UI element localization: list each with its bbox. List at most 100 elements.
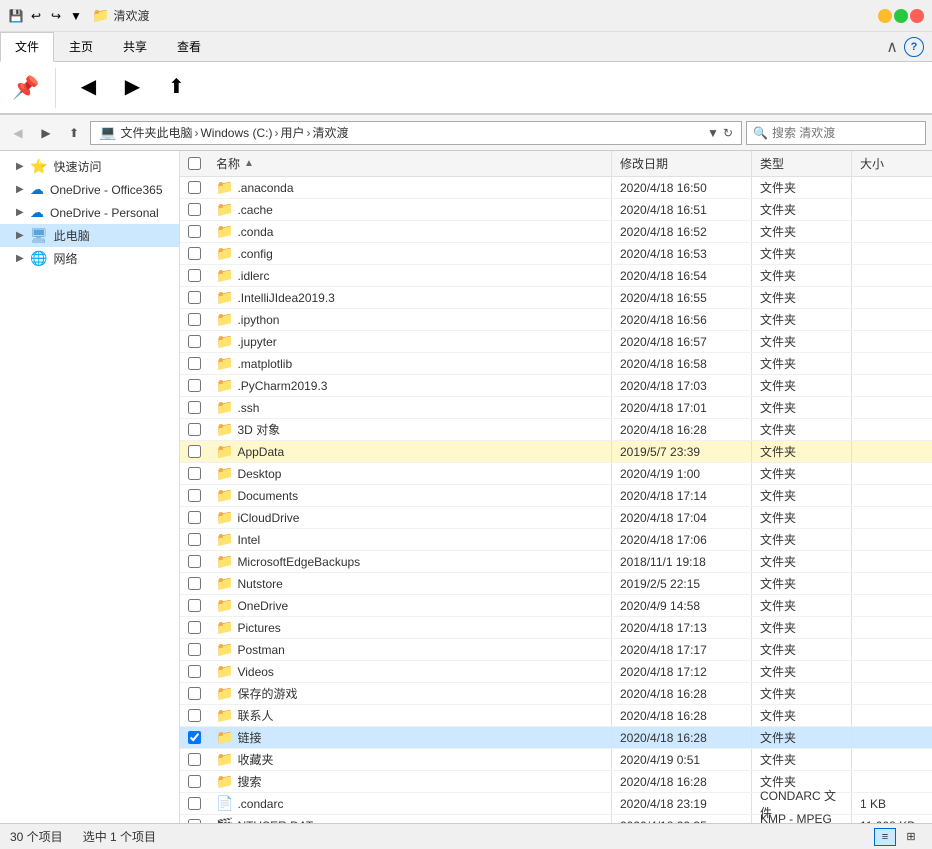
file-checkbox[interactable]	[188, 665, 201, 678]
table-row[interactable]: 📁 .config 2020/4/18 16:53 文件夹	[180, 243, 932, 265]
path-pc[interactable]: 文件夹	[120, 124, 156, 141]
file-checkbox[interactable]	[188, 797, 201, 810]
table-row[interactable]: 📁 AppData 2019/5/7 23:39 文件夹	[180, 441, 932, 463]
col-header-size[interactable]: 大小	[852, 151, 932, 176]
col-header-date[interactable]: 修改日期	[612, 151, 752, 176]
file-checkbox[interactable]	[188, 555, 201, 568]
nav-up-btn[interactable]: ⬆	[156, 69, 196, 106]
row-checkbox[interactable]	[180, 621, 208, 634]
table-row[interactable]: 📁 .idlerc 2020/4/18 16:54 文件夹	[180, 265, 932, 287]
col-header-name[interactable]: 名称 ▲	[208, 151, 612, 176]
row-checkbox[interactable]	[180, 313, 208, 326]
tab-view[interactable]: 查看	[162, 32, 216, 61]
row-checkbox[interactable]	[180, 643, 208, 656]
file-checkbox[interactable]	[188, 335, 201, 348]
row-checkbox[interactable]	[180, 797, 208, 810]
table-row[interactable]: 📁 3D 对象 2020/4/18 16:28 文件夹	[180, 419, 932, 441]
file-checkbox[interactable]	[188, 533, 201, 546]
search-input[interactable]	[772, 126, 927, 140]
table-row[interactable]: 📁 OneDrive 2020/4/9 14:58 文件夹	[180, 595, 932, 617]
tab-file[interactable]: 文件	[0, 32, 54, 62]
row-checkbox[interactable]	[180, 511, 208, 524]
help-button[interactable]: ?	[904, 37, 924, 57]
file-checkbox[interactable]	[188, 467, 201, 480]
table-row[interactable]: 📁 .ipython 2020/4/18 16:56 文件夹	[180, 309, 932, 331]
file-checkbox[interactable]	[188, 819, 201, 823]
row-checkbox[interactable]	[180, 577, 208, 590]
tab-home[interactable]: 主页	[54, 32, 108, 61]
row-checkbox[interactable]	[180, 335, 208, 348]
sidebar-item-onedrive-office[interactable]: ▶ ☁ OneDrive - Office365	[0, 178, 179, 201]
table-row[interactable]: 📁 .cache 2020/4/18 16:51 文件夹	[180, 199, 932, 221]
table-row[interactable]: 📁 .jupyter 2020/4/18 16:57 文件夹	[180, 331, 932, 353]
row-checkbox[interactable]	[180, 489, 208, 502]
row-checkbox[interactable]	[180, 203, 208, 216]
table-row[interactable]: 📁 .IntelliJIdea2019.3 2020/4/18 16:55 文件…	[180, 287, 932, 309]
detail-view-btn[interactable]: ≡	[874, 828, 896, 846]
file-checkbox[interactable]	[188, 621, 201, 634]
row-checkbox[interactable]	[180, 709, 208, 722]
header-checkbox[interactable]	[180, 157, 208, 170]
file-checkbox[interactable]	[188, 489, 201, 502]
file-checkbox[interactable]	[188, 643, 201, 656]
row-checkbox[interactable]	[180, 665, 208, 678]
dropdown-icon[interactable]: ▼	[68, 8, 84, 24]
ribbon-collapse-icon[interactable]: ∧	[886, 37, 898, 57]
table-row[interactable]: 📁 收藏夹 2020/4/19 0:51 文件夹	[180, 749, 932, 771]
file-checkbox[interactable]	[188, 577, 201, 590]
file-checkbox[interactable]	[188, 401, 201, 414]
table-row[interactable]: 📁 .conda 2020/4/18 16:52 文件夹	[180, 221, 932, 243]
row-checkbox[interactable]	[180, 731, 208, 744]
row-checkbox[interactable]	[180, 687, 208, 700]
minimize-button[interactable]	[878, 9, 892, 23]
row-checkbox[interactable]	[180, 401, 208, 414]
row-checkbox[interactable]	[180, 599, 208, 612]
row-checkbox[interactable]	[180, 467, 208, 480]
file-checkbox[interactable]	[188, 423, 201, 436]
table-row[interactable]: 📁 联系人 2020/4/18 16:28 文件夹	[180, 705, 932, 727]
pin-btn[interactable]: 📌	[8, 71, 43, 105]
preview-view-btn[interactable]: ⊞	[900, 828, 922, 846]
row-checkbox[interactable]	[180, 533, 208, 546]
file-checkbox[interactable]	[188, 291, 201, 304]
row-checkbox[interactable]	[180, 555, 208, 568]
path-c[interactable]: Windows (C:)	[200, 126, 272, 140]
nav-back-btn[interactable]: ◀	[68, 69, 108, 106]
redo-icon[interactable]: ↪	[48, 8, 64, 24]
quick-access-icon[interactable]: 💾	[8, 8, 24, 24]
row-checkbox[interactable]	[180, 775, 208, 788]
tab-share[interactable]: 共享	[108, 32, 162, 61]
table-row[interactable]: 📁 Documents 2020/4/18 17:14 文件夹	[180, 485, 932, 507]
table-row[interactable]: 📁 .PyCharm2019.3 2020/4/18 17:03 文件夹	[180, 375, 932, 397]
row-checkbox[interactable]	[180, 247, 208, 260]
file-checkbox[interactable]	[188, 511, 201, 524]
row-checkbox[interactable]	[180, 269, 208, 282]
sidebar-item-network[interactable]: ▶ 🌐 网络	[0, 247, 179, 270]
row-checkbox[interactable]	[180, 379, 208, 392]
forward-button[interactable]: ▶	[34, 121, 58, 145]
table-row[interactable]: 📁 链接 2020/4/18 16:28 文件夹	[180, 727, 932, 749]
row-checkbox[interactable]	[180, 225, 208, 238]
sidebar-item-quick-access[interactable]: ▶ ⭐ 快速访问	[0, 155, 179, 178]
row-checkbox[interactable]	[180, 357, 208, 370]
close-button[interactable]	[910, 9, 924, 23]
up-button[interactable]: ⬆	[62, 121, 86, 145]
file-checkbox[interactable]	[188, 379, 201, 392]
table-row[interactable]: 📁 Desktop 2020/4/19 1:00 文件夹	[180, 463, 932, 485]
table-row[interactable]: 📁 保存的游戏 2020/4/18 16:28 文件夹	[180, 683, 932, 705]
row-checkbox[interactable]	[180, 423, 208, 436]
back-button[interactable]: ◀	[6, 121, 30, 145]
file-checkbox[interactable]	[188, 247, 201, 260]
file-checkbox[interactable]	[188, 225, 201, 238]
file-checkbox[interactable]	[188, 709, 201, 722]
table-row[interactable]: 📁 Postman 2020/4/18 17:17 文件夹	[180, 639, 932, 661]
sidebar-item-onedrive-personal[interactable]: ▶ ☁ OneDrive - Personal	[0, 201, 179, 224]
row-checkbox[interactable]	[180, 819, 208, 823]
file-checkbox[interactable]	[188, 687, 201, 700]
table-row[interactable]: 📁 iCloudDrive 2020/4/18 17:04 文件夹	[180, 507, 932, 529]
table-row[interactable]: 📁 Nutstore 2019/2/5 22:15 文件夹	[180, 573, 932, 595]
undo-icon[interactable]: ↩	[28, 8, 44, 24]
file-checkbox[interactable]	[188, 753, 201, 766]
table-row[interactable]: 📁 .ssh 2020/4/18 17:01 文件夹	[180, 397, 932, 419]
table-row[interactable]: 🎬 NTUSER.DAT 2020/4/18 22:35 KMP - MPEG …	[180, 815, 932, 823]
